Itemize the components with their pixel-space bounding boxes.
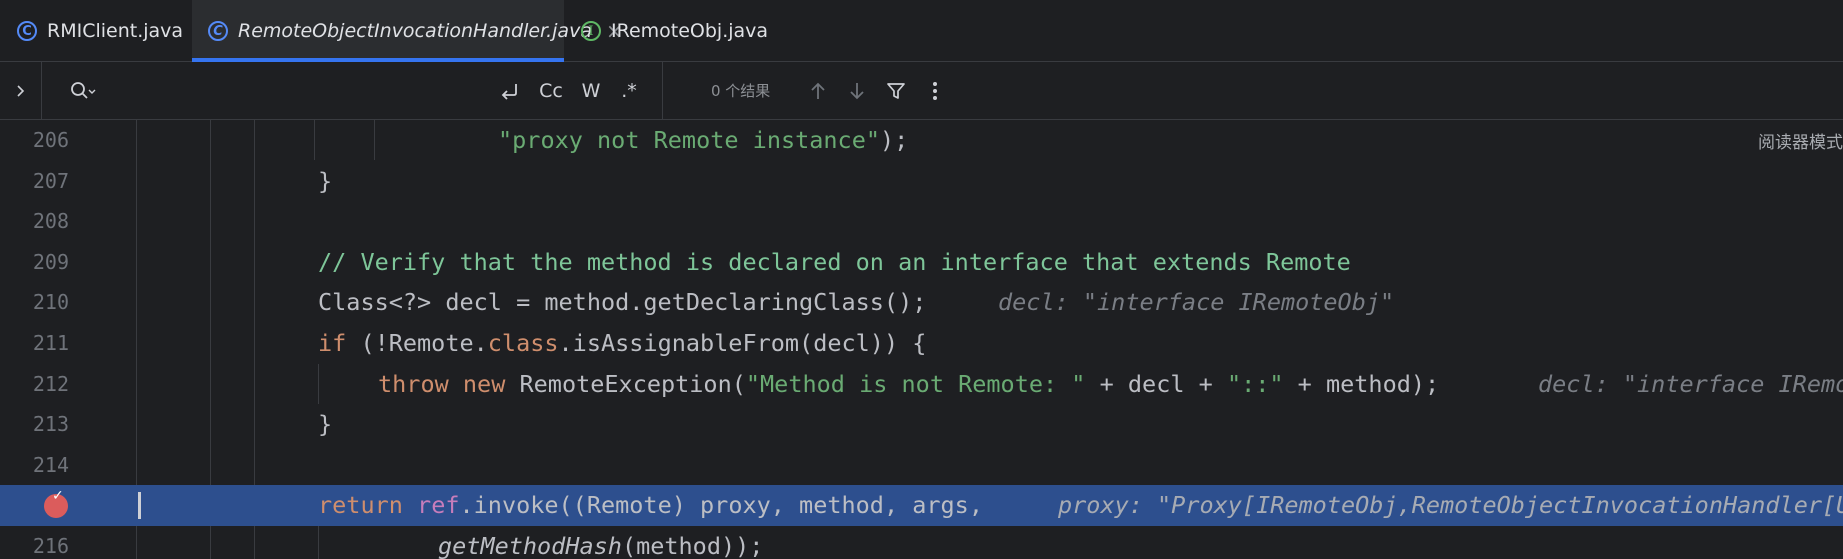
code-comment: // Verify that the method is declared on…: [318, 247, 1351, 276]
code-line: 208: [0, 201, 1843, 242]
debug-inline-value: proxy: "Proxy[IRemoteObj,RemoteObjectInv…: [1058, 491, 1843, 520]
class-icon: C: [17, 21, 37, 41]
code-text: return ref.invoke((Remote) proxy, method…: [318, 491, 983, 520]
code-line: 212 throw new RemoteException("Method is…: [0, 364, 1843, 405]
interface-icon: I: [581, 21, 601, 41]
divider: [41, 62, 42, 119]
line-number: 212: [32, 371, 69, 396]
tab-remote-object-invocation-handler[interactable]: C RemoteObjectInvocationHandler.java ×: [192, 0, 623, 62]
code-line: 210 Class<?> decl = method.getDeclaringC…: [0, 282, 1843, 323]
line-number: 213: [32, 412, 69, 437]
filter-search-results-button[interactable]: [882, 62, 910, 119]
current-execution-line: ✓ return ref.invoke((Remote) proxy, meth…: [0, 485, 1843, 526]
next-occurrence-button[interactable]: [843, 62, 871, 119]
class-icon: C: [208, 21, 228, 41]
line-number: 207: [32, 168, 69, 193]
line-number: 216: [32, 534, 69, 558]
filter-icon: [887, 82, 905, 99]
code-line: 206 "proxy not Remote instance"); 阅读器模式: [0, 120, 1843, 161]
search-result-count: 0 个结果: [711, 82, 771, 100]
line-number: 214: [32, 452, 69, 477]
checkmark-icon: ✓: [52, 488, 64, 505]
find-bar: Cc W .* 0 个结果: [0, 62, 1843, 120]
editor-tab-bar: C RMIClient.java C RemoteObjectInvocatio…: [0, 0, 1843, 62]
more-icon: [933, 81, 937, 100]
reader-mode-button[interactable]: 阅读器模式: [1758, 128, 1843, 153]
code-text: Class<?> decl = method.getDeclaringClass…: [318, 288, 927, 317]
code-line: 214: [0, 445, 1843, 486]
previous-occurrence-button[interactable]: [804, 62, 832, 119]
code-text: }: [318, 410, 333, 439]
more-options-button[interactable]: [921, 62, 949, 119]
code-line: 207 }: [0, 161, 1843, 202]
code-text: if (!Remote.class.isAssignableFrom(decl)…: [318, 329, 927, 357]
text-caret: [138, 492, 141, 520]
line-number: 211: [32, 331, 69, 355]
line-number: 206: [32, 128, 69, 152]
chevron-right-icon: [17, 84, 25, 97]
expand-replace-button[interactable]: [0, 62, 40, 119]
tab-label: RemoteObjectInvocationHandler.java: [238, 20, 592, 42]
line-number: 208: [32, 209, 69, 234]
tab-iremoteobj[interactable]: I IRemoteObj.java: [564, 0, 774, 62]
tab-label: RMIClient.java: [47, 20, 184, 42]
debug-inline-value: decl: "interface IRemoteObj": [998, 288, 1395, 317]
multiline-toggle[interactable]: [493, 62, 525, 119]
line-number: 209: [32, 249, 69, 274]
code-line: 211 if (!Remote.class.isAssignableFrom(d…: [0, 323, 1843, 364]
divider: [662, 62, 663, 119]
regex-toggle[interactable]: .*: [614, 62, 644, 119]
newline-icon: [501, 83, 517, 100]
code-line: 213 }: [0, 404, 1843, 445]
code-text: throw new RemoteException("Method is not…: [378, 369, 1440, 398]
code-text: }: [318, 166, 333, 195]
code-line: 216 getMethodHash(method));: [0, 526, 1843, 559]
words-toggle[interactable]: W: [576, 62, 606, 119]
search-history-button[interactable]: [64, 62, 102, 119]
arrow-down-icon: [850, 82, 864, 99]
code-line: 209 // Verify that the method is declare…: [0, 242, 1843, 283]
debug-inline-value: decl: "interface IRemoteObj": [1538, 369, 1843, 398]
code-text: "proxy not Remote instance");: [498, 126, 909, 154]
match-case-toggle[interactable]: Cc: [535, 62, 567, 119]
tab-rmiclient[interactable]: C RMIClient.java: [0, 0, 192, 62]
search-icon: [71, 81, 96, 99]
code-editor[interactable]: 206 "proxy not Remote instance"); 阅读器模式 …: [0, 120, 1843, 559]
code-text: getMethodHash(method));: [438, 532, 764, 559]
tab-label: IRemoteObj.java: [611, 20, 769, 42]
line-number: 210: [32, 290, 69, 315]
arrow-up-icon: [811, 82, 825, 99]
